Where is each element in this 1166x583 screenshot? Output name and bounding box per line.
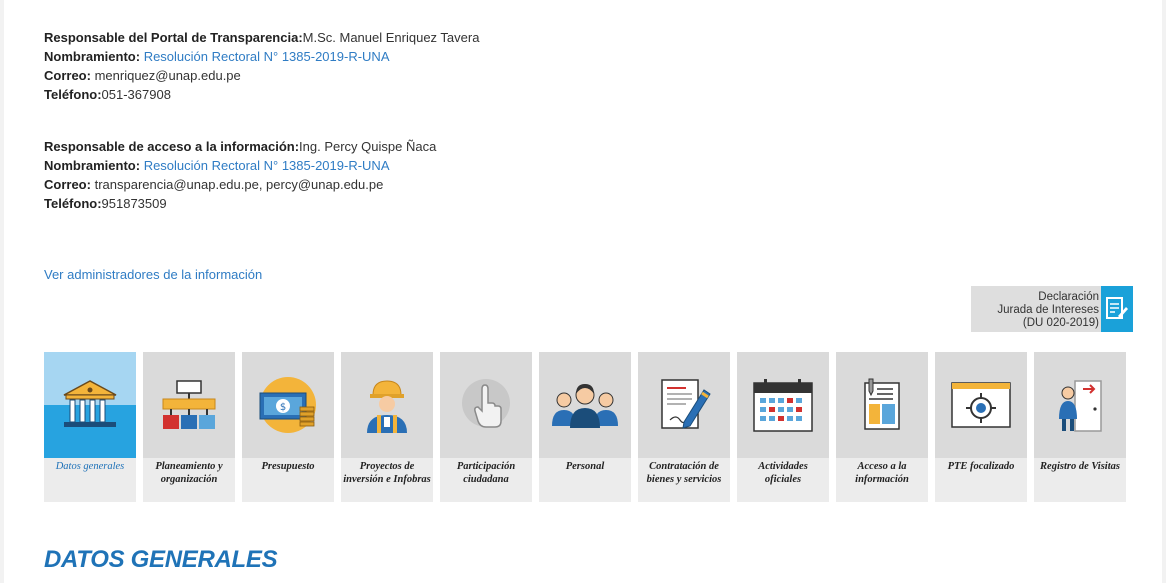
tile-pte-focalizado[interactable]: PTE focalizado: [935, 352, 1027, 502]
portal-responsible-block: Responsable del Portal de Transparencia:…: [44, 28, 479, 104]
tile-registro-visitas[interactable]: Registro de Visitas: [1034, 352, 1126, 502]
people-group-icon: [552, 384, 618, 428]
tile-planeamiento[interactable]: Planeamiento y organización: [143, 352, 235, 502]
portal-responsible-line: Responsable del Portal de Transparencia:…: [44, 30, 480, 45]
tile-acceso-informacion[interactable]: Acceso a la información: [836, 352, 928, 502]
document-pen-icon: [1101, 286, 1133, 332]
access-responsible-block: Responsable de acceso a la información:I…: [44, 137, 436, 213]
access-responsible-line: Responsable de acceso a la información:I…: [44, 139, 437, 154]
contract-pen-icon: [661, 379, 711, 429]
portal-email-line: Correo: menriquez@unap.edu.pe: [44, 68, 241, 83]
tile-personal[interactable]: Personal: [539, 352, 631, 502]
access-appointment-link[interactable]: Resolución Rectoral N° 1385-2019-R-UNA: [144, 158, 390, 173]
worker-helmet-icon: [367, 380, 407, 433]
tile-presupuesto[interactable]: $ Presupuesto: [242, 352, 334, 502]
portal-phone-line: Teléfono:051-367908: [44, 87, 171, 102]
visitor-door-icon: [1059, 380, 1102, 432]
institution-building-icon: [63, 380, 117, 427]
portal-appointment-link[interactable]: Resolución Rectoral N° 1385-2019-R-UNA: [144, 49, 390, 64]
money-coins-icon: $: [259, 377, 316, 433]
portal-appointment-line: Nombramiento: Resolución Rectoral N° 138…: [44, 49, 390, 64]
declaracion-jurada-text: Declaración Jurada de Intereses (DU 020-…: [997, 291, 1099, 329]
hand-pointer-icon: [462, 379, 510, 428]
page: Responsable del Portal de Transparencia:…: [4, 0, 1162, 583]
tile-actividades-oficiales[interactable]: Actividades oficiales: [737, 352, 829, 502]
tile-participacion-ciudadana[interactable]: Participación ciudadana: [440, 352, 532, 502]
calendar-icon: [753, 379, 813, 432]
tile-datos-generales[interactable]: Datos generales: [44, 352, 136, 502]
clipboard-document-icon: [864, 378, 900, 430]
svg-text:$: $: [280, 402, 286, 413]
tile-proyectos-inversion[interactable]: Proyectos de inversión e Infobras: [341, 352, 433, 502]
access-email-line: Correo: transparencia@unap.edu.pe, percy…: [44, 177, 384, 192]
transparency-menu: Datos generales Planeamiento y organizac…: [44, 352, 1129, 502]
section-title: DATOS GENERALES: [44, 546, 278, 573]
tile-contratacion[interactable]: Contratación de bienes y servicios: [638, 352, 730, 502]
access-phone-line: Teléfono:951873509: [44, 196, 167, 211]
declaracion-jurada-button[interactable]: Declaración Jurada de Intereses (DU 020-…: [971, 286, 1133, 332]
access-appointment-line: Nombramiento: Resolución Rectoral N° 138…: [44, 158, 390, 173]
ver-administradores-link[interactable]: Ver administradores de la información: [44, 267, 262, 282]
org-chart-icon: [162, 380, 216, 429]
target-screen-icon: [951, 382, 1011, 428]
